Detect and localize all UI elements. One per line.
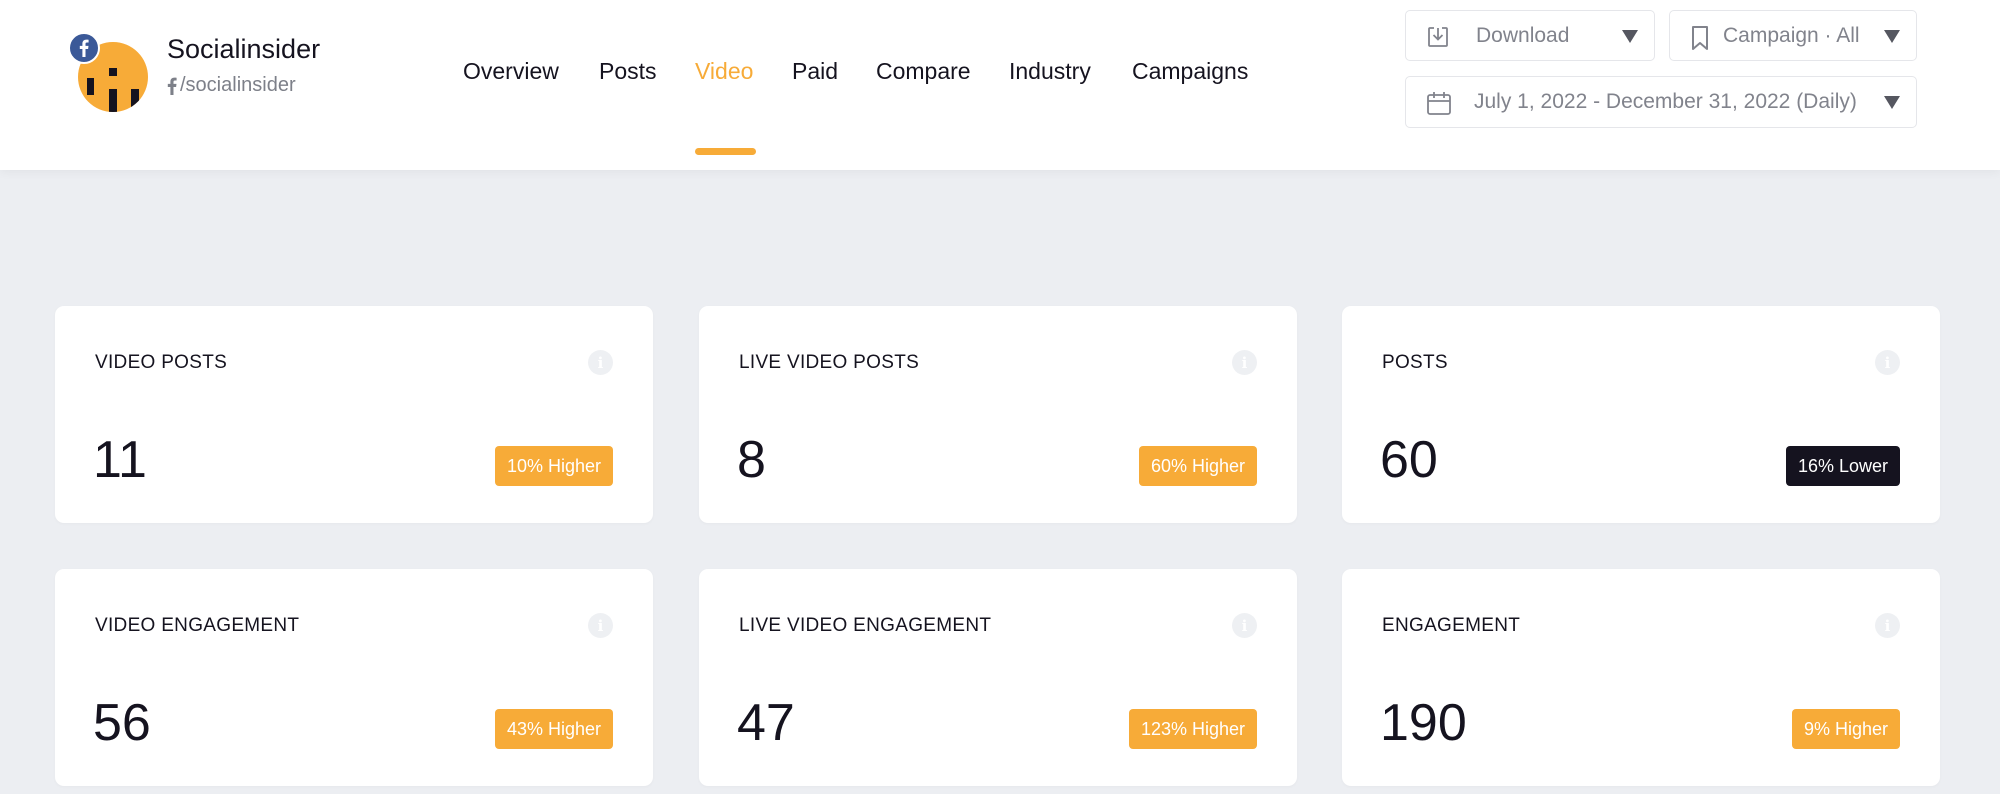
calendar-icon — [1427, 92, 1451, 115]
comparison-badge: 16% Lower — [1785, 446, 1900, 486]
main-nav: Overview Posts Video Paid Compare Indust… — [0, 58, 1300, 98]
chevron-down-icon — [1884, 29, 1900, 43]
chevron-down-icon — [1884, 96, 1900, 109]
nav-campaigns[interactable]: Campaigns — [1132, 58, 1248, 85]
metric-card-engagement: ENGAGEMENT i 190 9% Higher — [1342, 569, 1940, 786]
card-title: ENGAGEMENT — [1382, 615, 1521, 636]
download-button[interactable]: Download — [1405, 10, 1655, 61]
comparison-badge: 10% Higher — [494, 446, 613, 486]
comparison-badge: 123% Higher — [1128, 709, 1257, 749]
info-icon[interactable]: i — [588, 350, 613, 375]
comparison-badge: 43% Higher — [494, 709, 613, 749]
card-value: 60 — [1380, 431, 1438, 489]
metric-card-video-engagement: VIDEO ENGAGEMENT i 56 43% Higher — [55, 569, 653, 786]
info-icon[interactable]: i — [1232, 613, 1257, 638]
card-title: LIVE VIDEO ENGAGEMENT — [739, 615, 992, 636]
nav-video[interactable]: Video — [695, 58, 753, 85]
info-icon[interactable]: i — [1232, 350, 1257, 375]
comparison-badge: 9% Higher — [1791, 709, 1900, 749]
date-range-picker[interactable]: July 1, 2022 - December 31, 2022 (Daily) — [1405, 76, 1917, 128]
card-title: POSTS — [1382, 352, 1448, 373]
nav-industry[interactable]: Industry — [1009, 58, 1091, 85]
chevron-down-icon — [1622, 29, 1638, 43]
campaign-label: Campaign · All — [1723, 24, 1860, 47]
card-title: LIVE VIDEO POSTS — [739, 352, 920, 373]
info-icon[interactable]: i — [1875, 613, 1900, 638]
metric-card-posts: POSTS i 60 16% Lower — [1342, 306, 1940, 523]
card-value: 11 — [93, 431, 147, 489]
nav-overview[interactable]: Overview — [463, 58, 559, 85]
download-label: Download — [1476, 24, 1570, 47]
info-icon[interactable]: i — [1875, 350, 1900, 375]
card-value: 8 — [737, 431, 766, 489]
card-value: 56 — [93, 694, 151, 752]
metric-card-live-video-engagement: LIVE VIDEO ENGAGEMENT i 47 123% Higher — [699, 569, 1297, 786]
comparison-badge: 60% Higher — [1138, 446, 1257, 486]
card-title: VIDEO POSTS — [95, 352, 228, 373]
active-tab-indicator — [695, 148, 756, 155]
nav-posts[interactable]: Posts — [599, 58, 657, 85]
campaign-filter[interactable]: Campaign · All — [1669, 10, 1917, 61]
info-icon[interactable]: i — [588, 613, 613, 638]
metric-card-live-video-posts: LIVE VIDEO POSTS i 8 60% Higher — [699, 306, 1297, 523]
card-value: 190 — [1380, 694, 1467, 752]
nav-paid[interactable]: Paid — [792, 58, 838, 85]
nav-compare[interactable]: Compare — [876, 58, 971, 85]
download-icon — [1428, 27, 1448, 47]
top-header: Socialinsider /socialinsider Overview Po… — [0, 0, 2000, 170]
bookmark-icon — [1692, 26, 1708, 50]
date-range-label: July 1, 2022 - December 31, 2022 (Daily) — [1474, 90, 1857, 113]
card-title: VIDEO ENGAGEMENT — [95, 615, 300, 636]
metric-card-video-posts: VIDEO POSTS i 11 10% Higher — [55, 306, 653, 523]
card-value: 47 — [737, 694, 795, 752]
